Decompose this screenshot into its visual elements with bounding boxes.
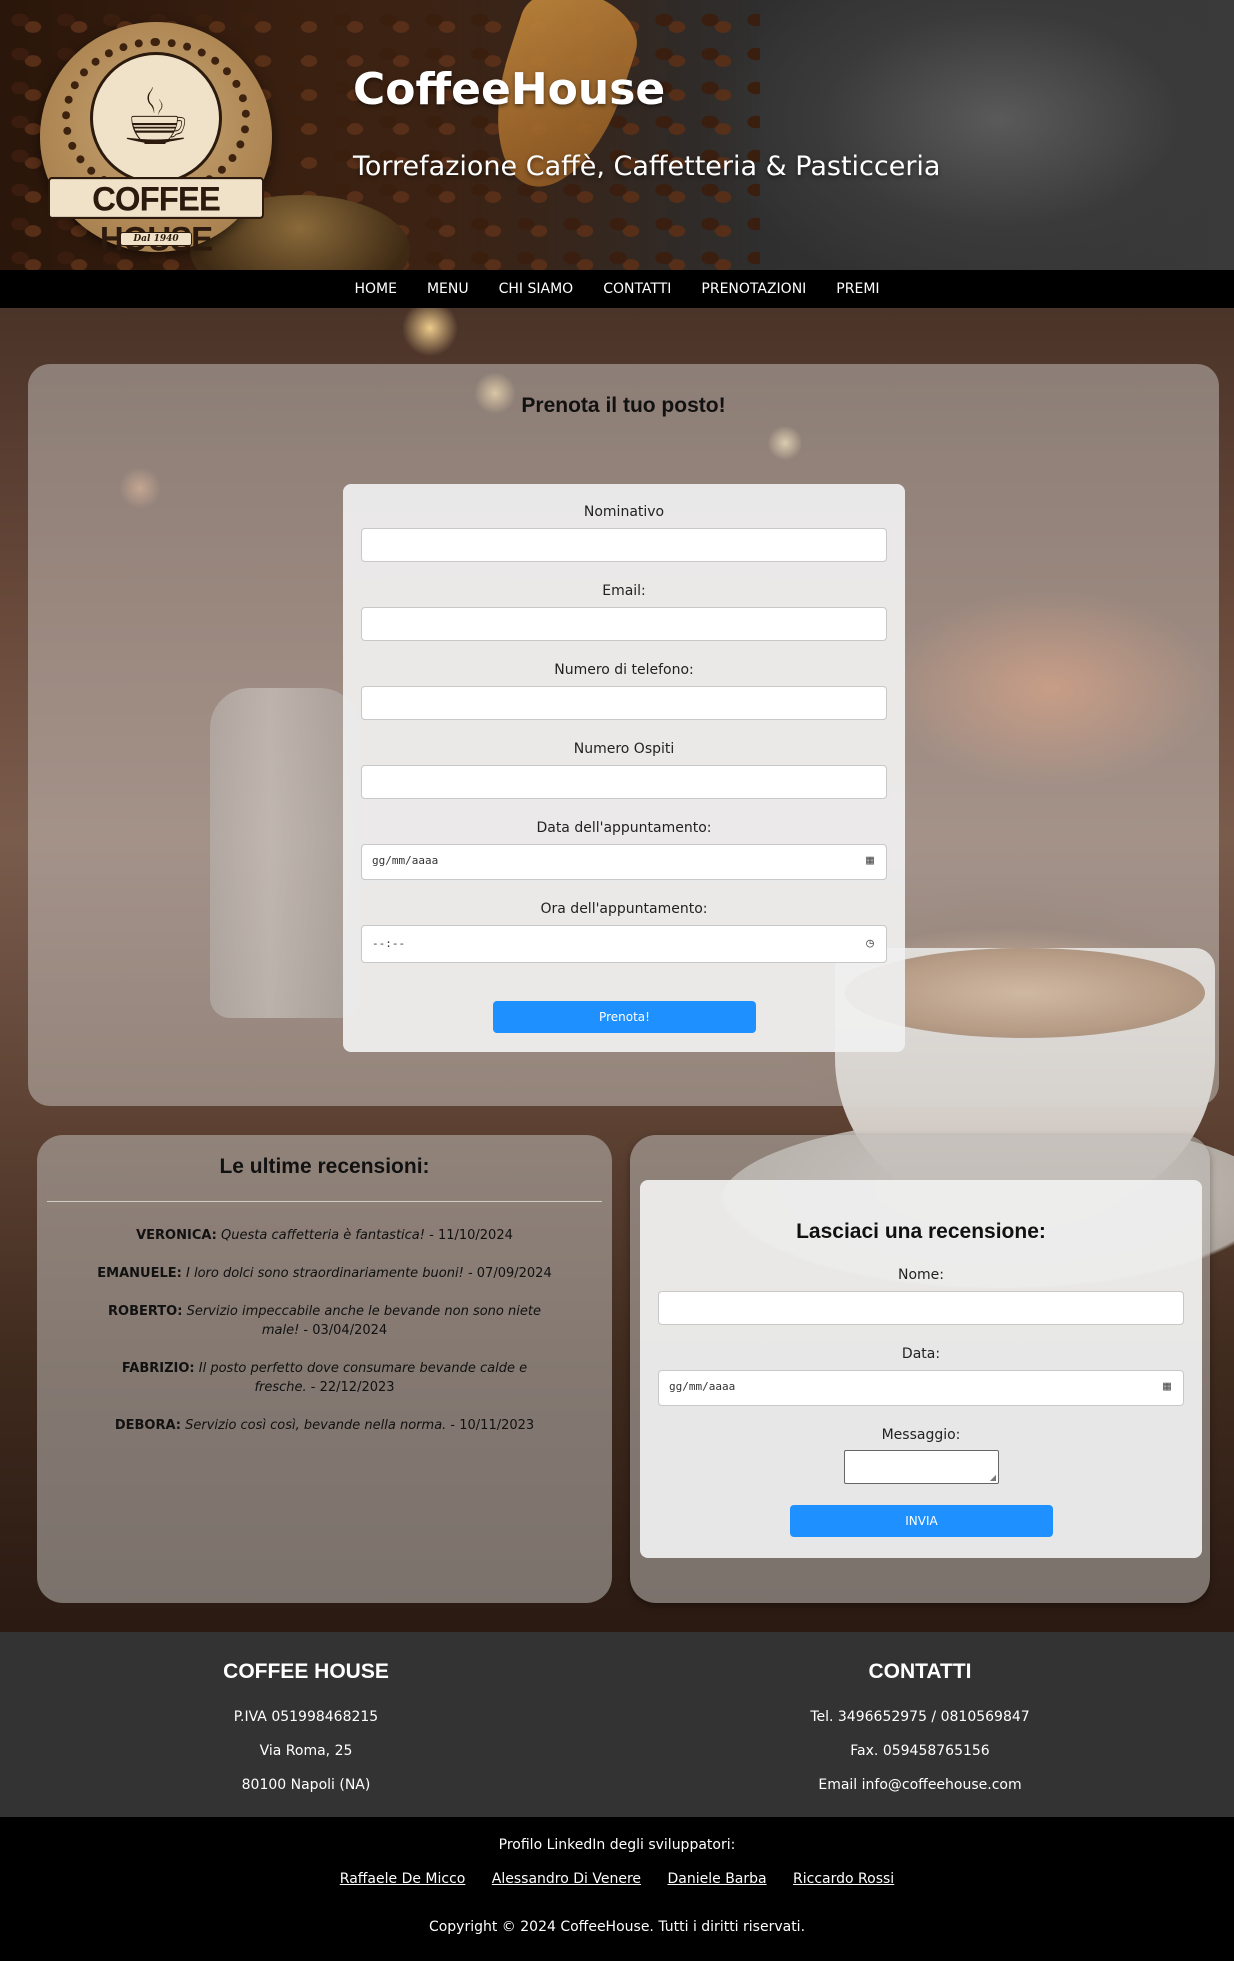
review-author: DEBORA: [114, 1418, 181, 1433]
calendar-icon[interactable]: ▦ [866, 845, 874, 877]
review-author: EMANUELE: [97, 1266, 182, 1281]
main-nav: HOME MENU CHI SIAMO CONTATTI PRENOTAZION… [0, 270, 1234, 308]
date-label: Data dell'appuntamento: [536, 820, 712, 836]
footer-phone: Tel. 3496652975 / 0810569847 [810, 1709, 1030, 1725]
email-label: Email: [602, 583, 646, 599]
email-input[interactable] [361, 607, 887, 641]
phone-label: Numero di telefono: [554, 662, 694, 678]
reviews-panel: Le ultime recensioni: VERONICA: Questa c… [37, 1135, 612, 1603]
developers-label: Profilo LinkedIn degli sviluppatori: [498, 1837, 736, 1853]
date-placeholder: gg/mm/aaaa [372, 854, 439, 867]
developers-links: Raffaele De Micco Alessandro Di Venere D… [0, 1871, 1234, 1887]
leave-review-form: Lasciaci una recensione: Nome: Data: gg/… [640, 1180, 1202, 1558]
message-label: Messaggio: [881, 1427, 961, 1443]
guests-label: Numero Ospiti [573, 741, 675, 757]
clock-icon[interactable]: ◷ [866, 926, 874, 962]
review-text: Questa caffetteria è fantastica! [221, 1228, 425, 1243]
calendar-icon[interactable]: ▦ [1163, 1371, 1171, 1403]
guests-input[interactable] [361, 765, 887, 799]
footer-fax: Fax. 059458765156 [850, 1743, 990, 1759]
nav-item-chi-siamo[interactable]: CHI SIAMO [499, 281, 574, 297]
name-label: Nominativo [583, 504, 665, 520]
review-item: VERONICA: Questa caffetteria è fantastic… [97, 1226, 552, 1245]
nav-item-menu[interactable]: MENU [427, 281, 469, 297]
review-name-input[interactable] [658, 1291, 1184, 1325]
review-item: ROBERTO: Servizio impeccabile anche le b… [97, 1302, 552, 1340]
site-logo[interactable]: ☕ COFFEE HOUSE Dal 1940 [40, 22, 272, 258]
time-input[interactable]: --:-- ◷ [361, 925, 887, 963]
footer-bottom: Profilo LinkedIn degli sviluppatori: Raf… [0, 1817, 1234, 1961]
nav-item-contatti[interactable]: CONTATTI [603, 281, 671, 297]
review-date: - 10/11/2023 [446, 1418, 535, 1433]
review-date: - 03/04/2024 [299, 1323, 388, 1338]
leave-review-panel: Lasciaci una recensione: Nome: Data: gg/… [630, 1135, 1210, 1603]
review-item: EMANUELE: I loro dolci sono straordinari… [97, 1264, 552, 1283]
review-date: - 11/10/2024 [424, 1228, 513, 1243]
name-input[interactable] [361, 528, 887, 562]
phone-input[interactable] [361, 686, 887, 720]
coffee-cup-icon: ☕ [90, 52, 222, 184]
site-header: ☕ COFFEE HOUSE Dal 1940 CoffeeHouse Torr… [0, 0, 1234, 270]
review-text: Servizio così così, bevande nella norma. [185, 1418, 447, 1433]
site-subtitle: Torrefazione Caffè, Caffetteria & Pastic… [353, 151, 941, 182]
footer-contacts-title: CONTATTI [868, 1660, 972, 1683]
footer-vat: P.IVA 051998468215 [233, 1709, 379, 1725]
review-item: DEBORA: Servizio così così, bevande nell… [97, 1416, 552, 1435]
message-textarea[interactable]: ◢ [844, 1450, 999, 1484]
review-author: ROBERTO: [108, 1304, 183, 1319]
footer-company: COFFEE HOUSE P.IVA 051998468215 Via Roma… [106, 1660, 506, 1802]
footer-city: 80100 Napoli (NA) [241, 1777, 371, 1793]
review-date-input[interactable]: gg/mm/aaaa ▦ [658, 1370, 1184, 1406]
review-date-label: Data: [901, 1346, 941, 1362]
reviews-title: Le ultime recensioni: [219, 1155, 430, 1178]
prenota-button[interactable]: Prenota! [493, 1001, 756, 1033]
date-input[interactable]: gg/mm/aaaa ▦ [361, 844, 887, 880]
review-author: FABRIZIO: [121, 1361, 195, 1376]
time-label: Ora dell'appuntamento: [540, 901, 708, 917]
booking-form: Nominativo Email: Numero di telefono: Nu… [343, 484, 905, 1052]
developer-link[interactable]: Alessandro Di Venere [492, 1871, 641, 1887]
nav-item-home[interactable]: HOME [354, 281, 396, 297]
review-author: VERONICA: [136, 1228, 217, 1243]
developer-link[interactable]: Daniele Barba [668, 1871, 767, 1887]
developer-link[interactable]: Raffaele De Micco [340, 1871, 466, 1887]
review-date-placeholder: gg/mm/aaaa [669, 1380, 736, 1393]
resize-grip-icon[interactable]: ◢ [990, 1474, 996, 1482]
booking-title: Prenota il tuo posto! [521, 394, 726, 417]
footer-contacts: CONTATTI Tel. 3496652975 / 0810569847 Fa… [720, 1660, 1120, 1802]
copyright: Copyright © 2024 CoffeeHouse. Tutti i di… [428, 1919, 806, 1935]
time-placeholder: --:-- [372, 937, 406, 950]
footer-company-title: COFFEE HOUSE [223, 1660, 389, 1683]
nav-item-prenotazioni[interactable]: PRENOTAZIONI [701, 281, 806, 297]
developer-link[interactable]: Riccardo Rossi [793, 1871, 894, 1887]
site-title: CoffeeHouse [353, 64, 666, 115]
leave-review-title: Lasciaci una recensione: [796, 1220, 1046, 1243]
logo-since: Dal 1940 [120, 232, 192, 246]
review-item: FABRIZIO: Il posto perfetto dove consuma… [97, 1359, 552, 1397]
footer-info: COFFEE HOUSE P.IVA 051998468215 Via Roma… [0, 1632, 1234, 1817]
review-name-label: Nome: [897, 1267, 944, 1283]
nav-item-premi[interactable]: PREMI [836, 281, 879, 297]
reviews-divider [47, 1201, 602, 1202]
review-date: - 22/12/2023 [306, 1380, 395, 1395]
footer-address: Via Roma, 25 [259, 1743, 353, 1759]
logo-text: COFFEE HOUSE [48, 177, 264, 258]
review-date: - 07/09/2024 [463, 1266, 552, 1281]
review-text: I loro dolci sono straordinariamente buo… [185, 1266, 464, 1281]
footer-email: Email info@coffeehouse.com [818, 1777, 1022, 1793]
invia-button[interactable]: INVIA [790, 1505, 1053, 1537]
